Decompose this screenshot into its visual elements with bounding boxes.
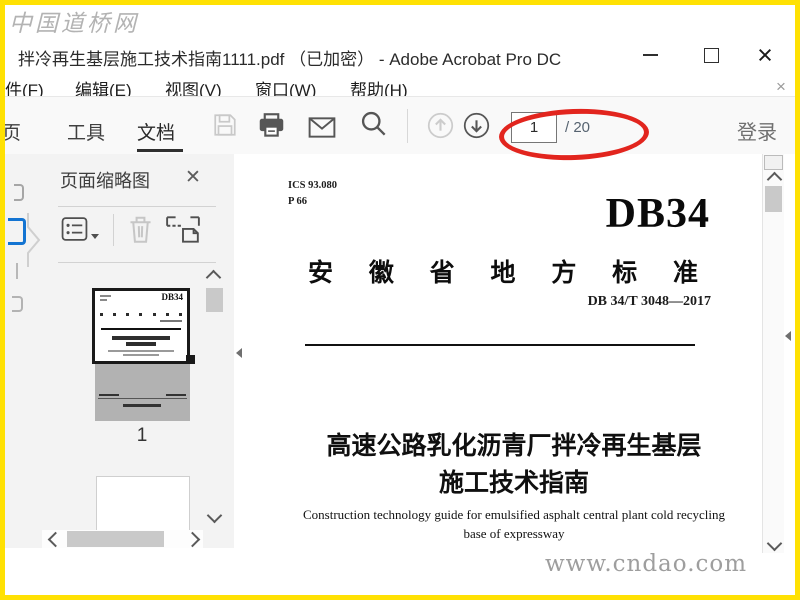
doc-title-line2: 施工技术指南	[438, 469, 589, 497]
search-icon	[361, 111, 386, 136]
delete-pages-button[interactable]	[127, 215, 154, 249]
close-icon: ×	[757, 40, 773, 70]
active-tab-underline	[137, 149, 183, 152]
next-page-button[interactable]	[462, 111, 490, 139]
doc-title-block: 高速公路乳化沥青厂拌冷再生基层 施工技术指南 Construction tech…	[249, 154, 779, 553]
pane-collapse-handle[interactable]	[24, 210, 42, 270]
trash-icon	[130, 216, 151, 243]
page1-thumbnail-view-rect[interactable]: DB34	[92, 288, 190, 364]
options-list-icon	[61, 217, 88, 241]
panel-divider	[58, 262, 216, 263]
minimize-icon	[642, 54, 658, 56]
maximize-button[interactable]	[695, 42, 727, 68]
page1-label: 1	[136, 425, 148, 446]
doc-subtitle-line1: Construction technology guide for emulsi…	[302, 507, 726, 522]
page2-thumbnail-partial[interactable]	[96, 476, 190, 531]
panel-scroll-up-icon[interactable]	[205, 269, 222, 286]
email-icon	[308, 116, 336, 138]
reduce-page-thumbnails-icon	[166, 216, 200, 243]
chevron-down-icon	[91, 234, 99, 239]
document-page: ICS 93.080 P 66 DB34 安徽省地方标准 DB 34/T 304…	[234, 154, 795, 553]
previous-page-button[interactable]	[426, 111, 454, 139]
view-rect-resize-handle[interactable]	[186, 355, 195, 364]
thumbnail-mini-title-row	[100, 313, 182, 316]
panel-divider	[58, 206, 216, 207]
doc-subtitle-line2: base of expressway	[463, 526, 565, 541]
doc-scrollbar-top-box[interactable]	[764, 155, 783, 170]
login-button[interactable]: 登录	[737, 116, 777, 145]
doc-vscrollbar-track[interactable]	[762, 154, 784, 553]
panel-vscrollbar-thumb[interactable]	[206, 288, 223, 312]
doc-scroll-down-icon[interactable]	[766, 535, 783, 552]
print-icon	[259, 112, 283, 137]
panel-toolbar-divider	[113, 214, 114, 246]
splitter-collapse-left-icon[interactable]	[236, 348, 242, 358]
panel-close-icon[interactable]: ✕	[185, 166, 201, 189]
panel-title: 页面缩略图	[60, 171, 150, 191]
save-button[interactable]	[211, 111, 239, 139]
page-down-icon	[463, 112, 489, 138]
minimize-button[interactable]	[634, 42, 666, 68]
nav-rail-icon-partial[interactable]	[12, 296, 23, 312]
close-button[interactable]: ×	[749, 40, 781, 70]
email-button[interactable]	[308, 113, 336, 141]
navigation-pane: 页面缩略图 ✕ DB34 1	[5, 154, 235, 548]
maximize-icon	[703, 47, 719, 63]
toolbar-divider	[407, 109, 408, 143]
nav-rail-icon-partial[interactable]	[14, 184, 24, 201]
watermark-bottom-right: www.cndao.com	[545, 551, 748, 577]
watermark-top-left: 中国道桥网	[9, 11, 139, 37]
page1-thumbnail-hidden-part[interactable]	[95, 364, 190, 421]
panel-hscrollbar-thumb[interactable]	[67, 531, 164, 547]
print-button[interactable]	[257, 111, 285, 139]
doc-vscrollbar-thumb[interactable]	[765, 186, 782, 212]
thumbnail-options-button[interactable]	[61, 216, 99, 247]
window-title: 拌冷再生基层施工技术指南1111.pdf （已加密） - Adobe Acrob…	[18, 50, 562, 69]
tab-document[interactable]: 文档	[137, 118, 175, 145]
splitter-collapse-right-icon[interactable]	[785, 331, 791, 341]
page-up-icon	[427, 112, 453, 138]
thumbnail-db34-text: DB34	[161, 292, 183, 302]
reduce-thumbnails-button[interactable]	[165, 216, 201, 249]
tab-tools[interactable]: 工具	[67, 118, 105, 145]
doc-scroll-up-icon[interactable]	[766, 171, 783, 188]
menubar-close-icon[interactable]: ×	[776, 77, 786, 97]
search-button[interactable]	[359, 109, 387, 137]
doc-title-line1: 高速公路乳化沥青厂拌冷再生基层	[326, 432, 702, 460]
save-icon	[214, 114, 236, 136]
tab-home[interactable]: 页	[2, 118, 21, 145]
nav-rail-icon-partial[interactable]	[16, 263, 18, 279]
toolbar: 页 工具 文档 / 20 登录	[2, 97, 795, 163]
panel-scroll-down-icon[interactable]	[206, 507, 223, 524]
